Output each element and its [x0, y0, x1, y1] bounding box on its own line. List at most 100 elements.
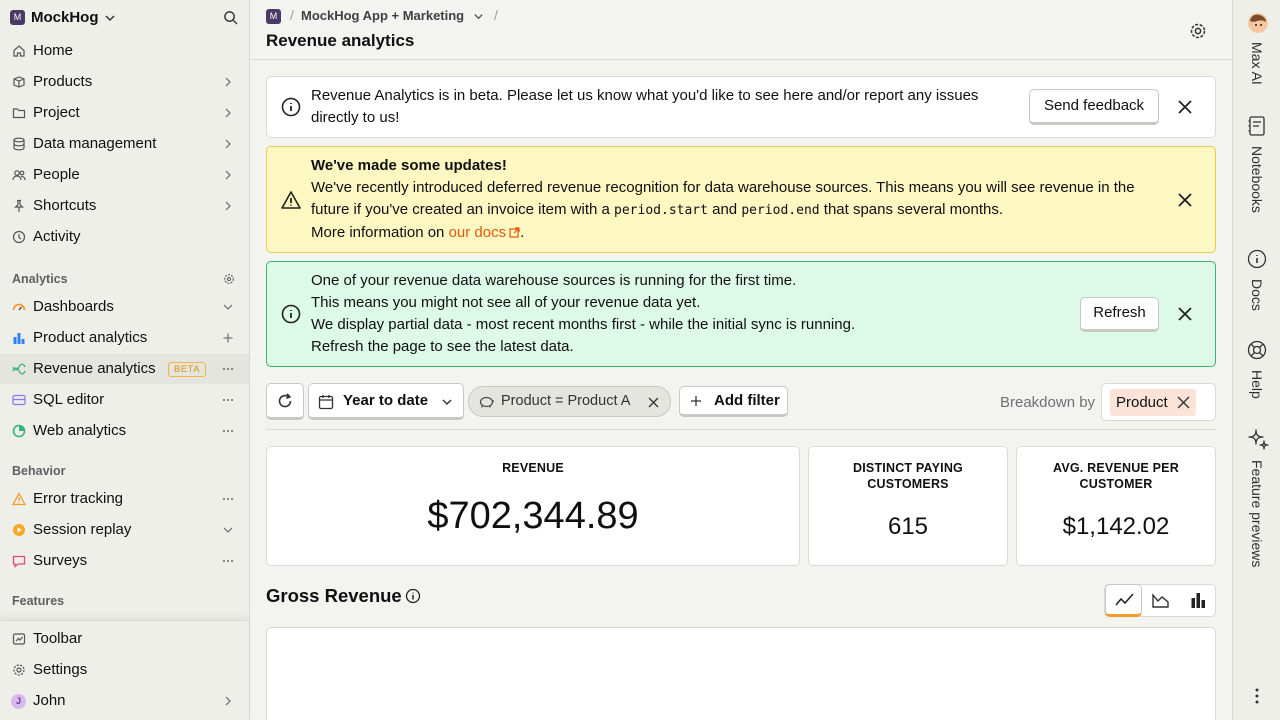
nav-surveys[interactable]: Surveys [0, 546, 249, 576]
breakdown-tag: Product [1110, 389, 1196, 416]
send-feedback-button[interactable]: Send feedback [1029, 89, 1159, 125]
nav-project[interactable]: Project [0, 98, 249, 128]
docs-link-label: our docs [448, 224, 507, 241]
nav-data-management[interactable]: Data management [0, 129, 249, 159]
warning-icon [281, 191, 301, 209]
org-switcher[interactable]: M MockHog [0, 0, 249, 36]
chevron-down-icon[interactable] [221, 523, 235, 537]
close-icon[interactable] [648, 397, 659, 408]
more-icon[interactable] [221, 362, 235, 376]
nav-people[interactable]: People [0, 160, 249, 190]
pie-icon [12, 424, 26, 438]
more-icon[interactable] [221, 554, 235, 568]
close-icon[interactable] [1176, 98, 1194, 116]
info-icon[interactable] [405, 588, 421, 604]
nav-label: People [33, 166, 80, 183]
chat-icon [12, 555, 26, 568]
breakdown-value: Product [1116, 394, 1168, 411]
plus-icon [691, 396, 701, 406]
close-icon[interactable] [1176, 191, 1194, 209]
bar-chart-button[interactable] [1180, 585, 1217, 616]
sidebar-footer: Toolbar Settings J John [0, 620, 249, 720]
tab-notebooks[interactable]: Notebooks [1233, 114, 1280, 226]
add-filter-label: Add filter [714, 392, 780, 409]
nav-revenue-analytics[interactable]: Revenue analytics BETA [0, 354, 249, 384]
chevron-down-icon[interactable] [221, 300, 235, 314]
stat-title: AVG. REVENUE PER CUSTOMER [1053, 461, 1179, 491]
product-filter-chip[interactable]: Product = Product A [468, 386, 671, 417]
home-icon [13, 45, 25, 57]
close-icon[interactable] [1176, 305, 1194, 323]
beta-notice: Revenue Analytics is in beta. Please let… [266, 76, 1216, 138]
nav-label: Home [33, 42, 74, 59]
more-icon[interactable] [221, 424, 235, 438]
nav-product-analytics[interactable]: Product analytics [0, 323, 249, 353]
line-chart-button[interactable] [1105, 584, 1142, 617]
tab-label: Feature previews [1249, 460, 1265, 568]
nav-shortcuts[interactable]: Shortcuts [0, 191, 249, 221]
revenue-icon [12, 363, 26, 375]
gear-icon [13, 664, 25, 676]
nav-home[interactable]: Home [0, 36, 249, 66]
sync-line: This means you might not see all of your… [311, 294, 701, 311]
nav-label: Shortcuts [33, 197, 97, 214]
updates-notice-body: We've made some updates! We've recently … [311, 155, 1171, 244]
gross-revenue-title: Gross Revenue [266, 585, 402, 606]
tab-feature-previews[interactable]: Feature previews [1233, 428, 1280, 588]
stat-title: REVENUE [502, 461, 564, 475]
add-filter-button[interactable]: Add filter [679, 386, 788, 417]
tab-help[interactable]: Help [1233, 340, 1280, 406]
date-range-select[interactable]: Year to date [308, 383, 464, 420]
beta-notice-text: Revenue Analytics is in beta. Please let… [311, 87, 979, 126]
nav-label: Web analytics [33, 422, 127, 439]
chevron-right-icon [225, 696, 231, 706]
tab-label: Max AI [1249, 42, 1265, 85]
breadcrumb-project[interactable]: MockHog App + Marketing [301, 8, 464, 23]
updates-notice: We've made some updates! We've recently … [266, 146, 1216, 253]
updates-and: and [712, 201, 738, 218]
breakdown-select[interactable]: Product [1101, 383, 1216, 421]
bar-chart-icon [1191, 593, 1205, 608]
more-icon[interactable] [221, 393, 235, 407]
bar-chart-icon [13, 333, 25, 344]
sync-notice-body: One of your revenue data warehouse sourc… [311, 270, 1051, 358]
nav-settings[interactable]: Settings [0, 655, 249, 685]
warning-icon [12, 492, 26, 506]
chevron-right-icon [225, 77, 231, 87]
plus-icon[interactable] [221, 331, 235, 345]
refresh-button[interactable]: Refresh [1080, 297, 1159, 332]
docs-link[interactable]: our docs [449, 224, 521, 241]
section-behavior: Behavior [12, 464, 66, 478]
nav-toolbar[interactable]: Toolbar [0, 624, 249, 654]
updates-text-end: that spans several months. [823, 201, 1004, 218]
notebook-icon [1248, 116, 1265, 136]
nav-label: Toolbar [33, 630, 83, 647]
nav-user[interactable]: J John [0, 686, 249, 716]
nav-web-analytics[interactable]: Web analytics [0, 416, 249, 446]
area-chart-button[interactable] [1143, 585, 1180, 616]
settings-icon[interactable] [1188, 21, 1208, 41]
people-icon [12, 170, 26, 181]
close-icon[interactable] [1177, 396, 1190, 409]
nav-dashboards[interactable]: Dashboards [0, 292, 249, 322]
tab-max-ai[interactable]: Max AI [1233, 8, 1280, 98]
nav-sql-editor[interactable]: SQL editor [0, 385, 249, 415]
tab-docs[interactable]: Docs [1233, 249, 1280, 319]
more-icon[interactable] [221, 492, 235, 506]
nav-label: John [33, 692, 66, 709]
chevron-down-icon[interactable] [473, 11, 484, 22]
nav-error-tracking[interactable]: Error tracking [0, 484, 249, 514]
nav-activity[interactable]: Activity [0, 222, 249, 252]
info-icon [281, 304, 301, 324]
clock-icon [12, 230, 26, 244]
external-link-icon [509, 227, 520, 238]
dashboard-icon [12, 303, 26, 311]
gear-icon[interactable] [223, 273, 235, 285]
sync-notice: One of your revenue data warehouse sourc… [266, 261, 1216, 367]
nav-products[interactable]: Products [0, 67, 249, 97]
search-icon[interactable] [223, 10, 238, 25]
more-vertical-icon[interactable] [1255, 687, 1259, 705]
nav-session-replay[interactable]: Session replay [0, 515, 249, 545]
code-period-start: period.start [614, 203, 708, 218]
reload-button[interactable] [266, 383, 304, 420]
